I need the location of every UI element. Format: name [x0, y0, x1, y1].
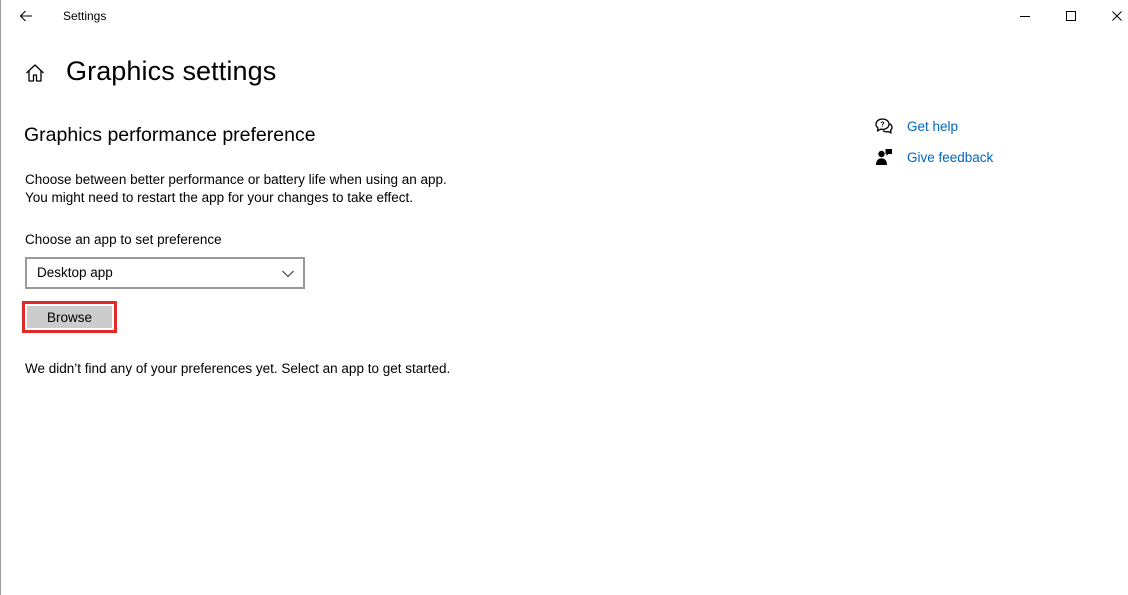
section-title: Graphics performance preference [24, 124, 316, 146]
minimize-icon [1020, 16, 1030, 17]
description: Choose between better performance or bat… [25, 171, 447, 207]
title-bar: Settings [1, 0, 1128, 32]
browse-button[interactable]: Browse [27, 306, 112, 328]
close-button[interactable] [1094, 0, 1128, 32]
browse-highlight: Browse [22, 301, 117, 333]
get-help-label: Get help [907, 118, 959, 134]
get-help-link[interactable]: ? Get help [875, 115, 958, 137]
description-line-2: You might need to restart the app for yo… [25, 190, 413, 205]
page-title: Graphics settings [66, 56, 277, 86]
window-title: Settings [63, 9, 107, 23]
chevron-down-icon [282, 270, 294, 278]
svg-text:?: ? [880, 122, 884, 129]
choose-app-label: Choose an app to set preference [25, 232, 222, 247]
minimize-button[interactable] [1002, 0, 1048, 32]
back-button[interactable] [9, 0, 43, 32]
close-icon [1112, 11, 1122, 21]
maximize-icon [1066, 11, 1076, 21]
feedback-icon [876, 149, 892, 165]
give-feedback-label: Give feedback [907, 149, 994, 165]
empty-preferences-message: We didn’t find any of your preferences y… [25, 361, 451, 376]
description-line-1: Choose between better performance or bat… [25, 172, 447, 187]
maximize-button[interactable] [1048, 0, 1094, 32]
app-type-selected: Desktop app [37, 265, 113, 280]
back-arrow-icon [19, 10, 32, 22]
get-help-icon: ? [875, 118, 893, 134]
give-feedback-link[interactable]: Give feedback [875, 146, 993, 168]
app-type-dropdown[interactable]: Desktop app [25, 257, 305, 289]
home-icon[interactable] [24, 62, 46, 84]
window-left-border [0, 0, 1, 595]
